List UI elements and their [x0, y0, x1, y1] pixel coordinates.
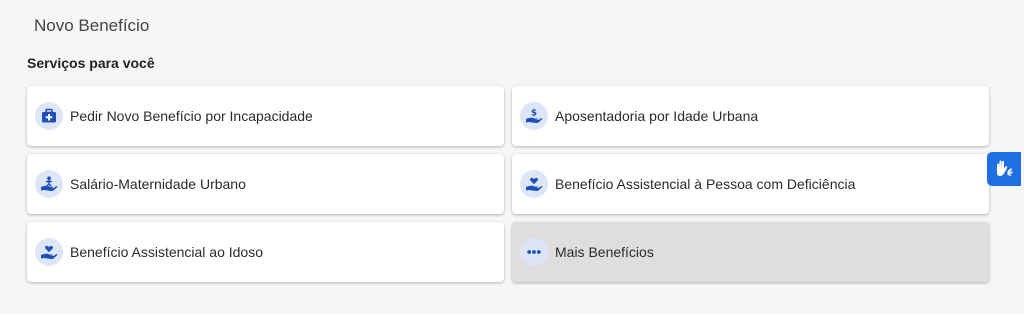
more-benefits-button[interactable]: Mais Benefícios: [512, 222, 989, 282]
hand-heart-icon: [35, 238, 63, 266]
svg-text:$: $: [531, 109, 537, 119]
sign-language-hands-icon: [993, 158, 1015, 180]
section-title: Serviços para você: [27, 55, 155, 71]
services-grid: Pedir Novo Benefício por Incapacidade $ …: [27, 86, 989, 282]
service-card-bpc-deficiencia[interactable]: Benefício Assistencial à Pessoa com Defi…: [512, 154, 989, 214]
more-dots-icon: [520, 238, 548, 266]
service-label: Benefício Assistencial ao Idoso: [70, 244, 264, 260]
page: Novo Benefício Serviços para você Pedir …: [0, 0, 1024, 314]
service-label: Benefício Assistencial à Pessoa com Defi…: [555, 176, 856, 192]
service-label: Salário-Maternidade Urbano: [70, 176, 246, 192]
service-card-aposentadoria[interactable]: $ Aposentadoria por Idade Urbana: [512, 86, 989, 146]
service-label: Aposentadoria por Idade Urbana: [555, 108, 759, 124]
hand-heart-icon: [520, 170, 548, 198]
accessibility-widget-button[interactable]: [987, 152, 1021, 186]
service-label: Mais Benefícios: [555, 244, 654, 260]
hand-dollar-icon: $: [520, 102, 548, 130]
service-card-salario-maternidade[interactable]: Salário-Maternidade Urbano: [27, 154, 504, 214]
page-title: Novo Benefício: [34, 16, 150, 35]
hand-baby-icon: [35, 170, 63, 198]
service-card-incapacidade[interactable]: Pedir Novo Benefício por Incapacidade: [27, 86, 504, 146]
medical-kit-icon: [35, 102, 63, 130]
service-card-bpc-idoso[interactable]: Benefício Assistencial ao Idoso: [27, 222, 504, 282]
service-label: Pedir Novo Benefício por Incapacidade: [70, 108, 313, 124]
